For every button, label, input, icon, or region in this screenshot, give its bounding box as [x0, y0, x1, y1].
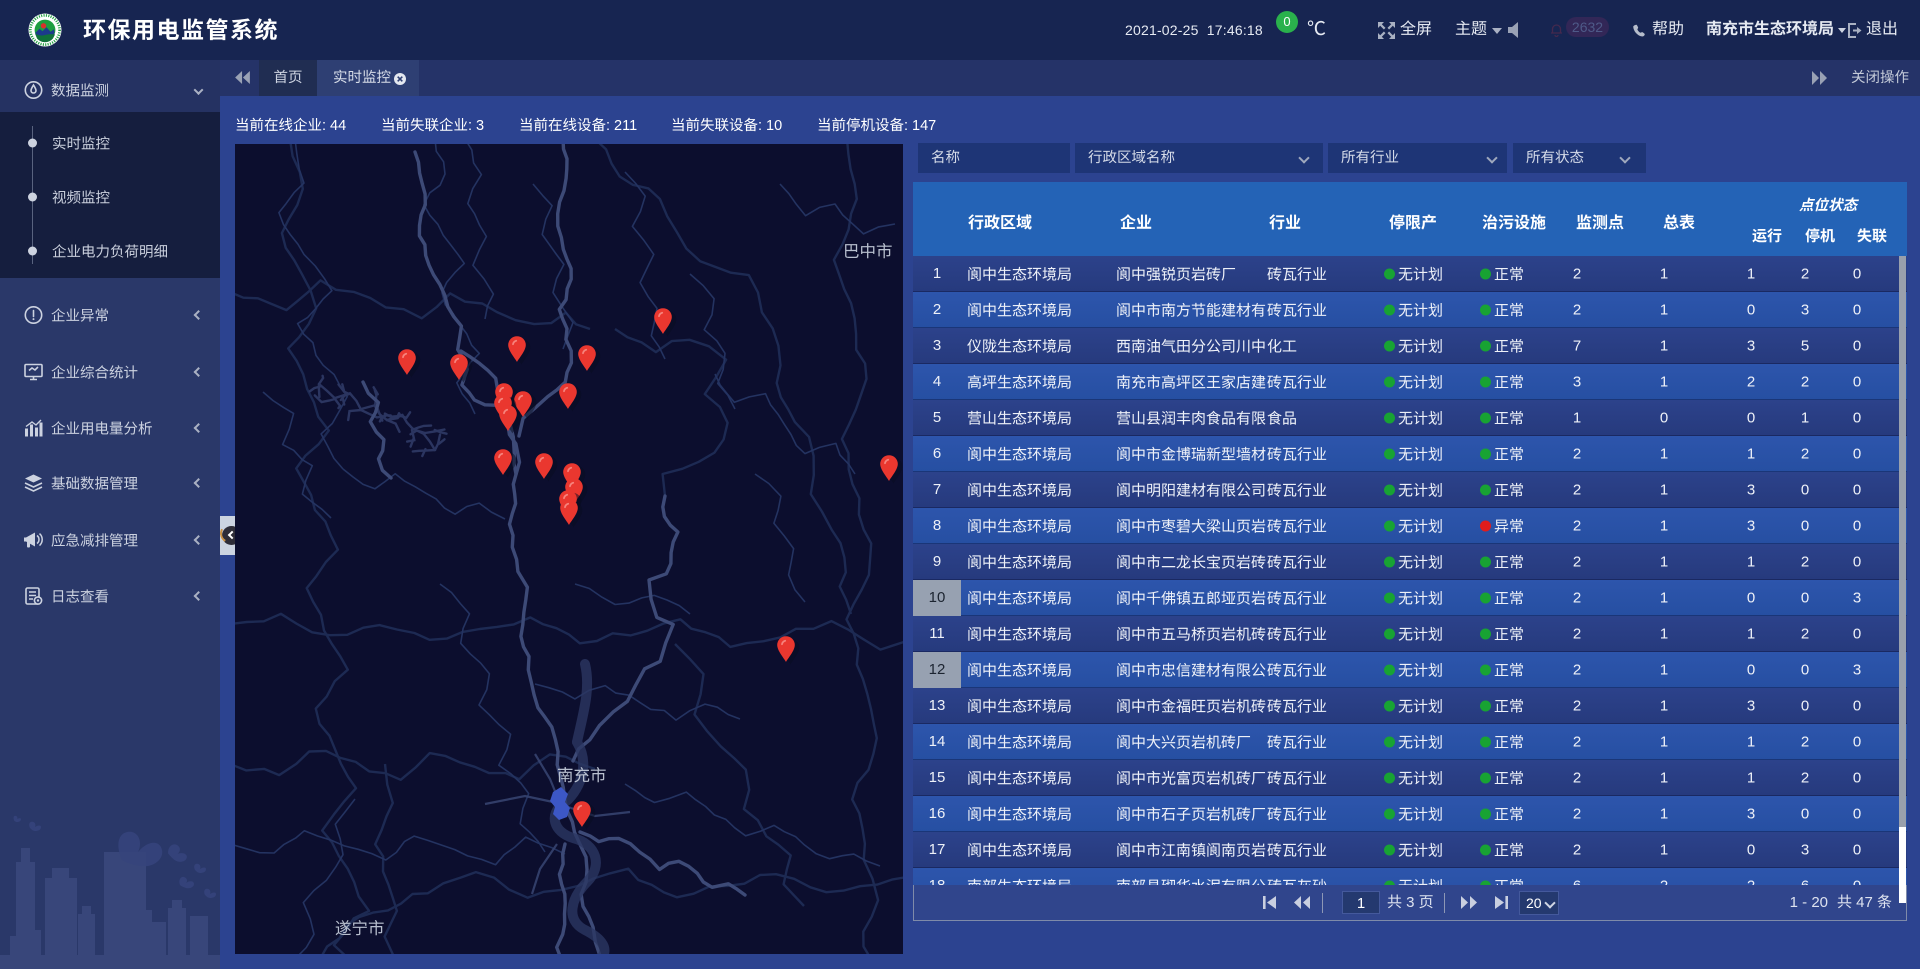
svg-text:南充市: 南充市: [557, 767, 607, 785]
svg-text:巴中市: 巴中市: [843, 243, 893, 261]
svg-text:遂宁市: 遂宁市: [335, 920, 385, 938]
